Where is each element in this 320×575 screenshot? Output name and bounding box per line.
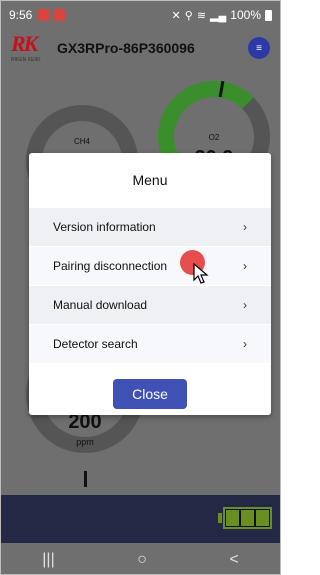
battery-nub	[218, 513, 222, 523]
notification-icon	[53, 9, 66, 21]
menu-item-label: Version information	[53, 220, 156, 234]
notification-icon	[38, 9, 51, 21]
menu-item-label: Detector search	[53, 337, 138, 351]
battery-cell	[226, 510, 239, 526]
menu-list: Version information › Pairing disconnect…	[29, 207, 271, 363]
battery-percent: 100%	[230, 8, 261, 22]
menu-icon: ≡	[256, 42, 262, 54]
status-time: 9:56	[9, 8, 33, 22]
status-bar: 9:56 ✕ ⚲ ≋ ▂▄ 100%	[1, 1, 280, 29]
menu-item-version-information[interactable]: Version information ›	[29, 207, 271, 246]
signal-icon: ▂▄	[210, 9, 227, 22]
battery-body	[223, 507, 272, 529]
location-icon: ⚲	[184, 9, 193, 22]
gauge-o2-needle	[218, 80, 225, 98]
logo-subtext: RIKEN KEIKI	[11, 57, 41, 63]
footer-bar	[1, 495, 280, 543]
gauge-ch4-label: CH4	[73, 137, 90, 146]
menu-item-detector-search[interactable]: Detector search ›	[29, 324, 271, 363]
system-nav-bar: ||| ○ <	[1, 543, 280, 574]
status-icons: ✕ ⚲ ≋ ▂▄ 100%	[172, 8, 272, 22]
menu-item-label: Pairing disconnection	[53, 259, 168, 273]
gauge-o2-label: O2	[208, 133, 220, 142]
app-screen: 9:56 ✕ ⚲ ≋ ▂▄ 100% RK RIKEN KEIKI GX3RPr…	[0, 0, 281, 575]
menu-dialog: Menu Version information › Pairing disco…	[29, 153, 271, 415]
gauge-bottom-needle	[84, 471, 87, 487]
chevron-right-icon: ›	[243, 337, 247, 351]
menu-item-label: Manual download	[53, 298, 148, 312]
dialog-actions: Close	[29, 363, 271, 409]
chevron-right-icon: ›	[243, 298, 247, 312]
close-button[interactable]: Close	[113, 379, 187, 409]
chevron-right-icon: ›	[243, 220, 247, 234]
menu-item-pairing-disconnection[interactable]: Pairing disconnection ›	[29, 246, 271, 285]
gauge-bottom-unit: ppm	[76, 437, 94, 447]
battery-cell	[241, 510, 254, 526]
wifi-icon: ≋	[196, 9, 207, 22]
logo-text: RK	[11, 31, 38, 56]
menu-item-manual-download[interactable]: Manual download ›	[29, 285, 271, 324]
app-header: RK RIKEN KEIKI GX3RPro-86P360096 ≡	[1, 29, 280, 67]
logo: RK RIKEN KEIKI	[11, 31, 43, 63]
mute-icon: ✕	[171, 9, 181, 22]
chevron-right-icon: ›	[243, 259, 247, 273]
battery-icon	[265, 9, 272, 21]
device-battery-indicator	[218, 507, 272, 529]
menu-button[interactable]: ≡	[248, 37, 270, 59]
home-button[interactable]: ○	[137, 551, 147, 569]
dialog-title: Menu	[132, 172, 168, 188]
battery-cell	[256, 510, 269, 526]
pointer-cursor-icon	[193, 263, 209, 284]
device-title: GX3RPro-86P360096	[57, 40, 195, 56]
back-button[interactable]: <	[229, 551, 238, 569]
recents-button[interactable]: |||	[42, 551, 54, 569]
